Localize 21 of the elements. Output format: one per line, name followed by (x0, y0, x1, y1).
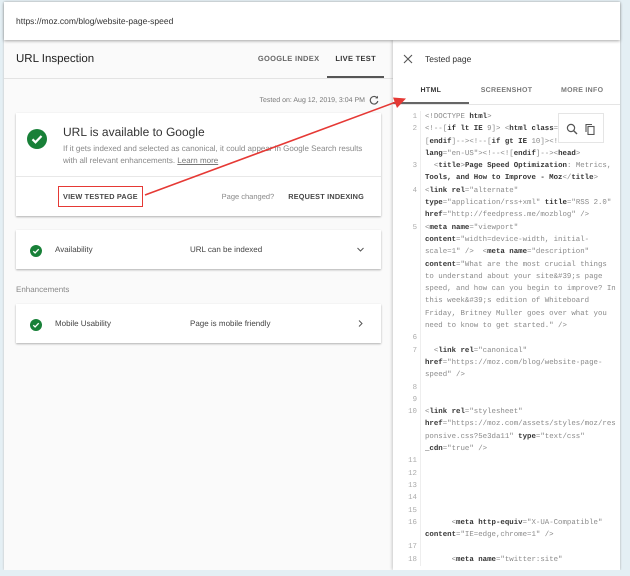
url-text[interactable]: https://moz.com/blog/website-page-speed (16, 16, 174, 26)
close-icon[interactable] (403, 54, 413, 64)
result-value: URL can be indexed (190, 245, 264, 254)
status-title: URL is available to Google (63, 125, 206, 139)
section-heading: Enhancements (16, 285, 70, 294)
learn-more-link[interactable]: Learn more (177, 156, 218, 165)
result-label: Mobile Usability (55, 319, 112, 328)
panel-title: Tested page (425, 54, 472, 64)
result-row[interactable]: Mobile Usability Page is mobile friendly (16, 304, 381, 344)
refresh-icon[interactable] (369, 95, 379, 105)
check-icon (30, 318, 42, 330)
page-title: URL Inspection (16, 53, 96, 65)
result-label: Availability (55, 245, 94, 254)
result-value: Page is mobile friendly (190, 319, 272, 328)
check-icon (30, 244, 42, 256)
search-icon[interactable] (566, 122, 578, 134)
result-row[interactable]: Availability URL can be indexed (16, 230, 381, 270)
copy-icon[interactable] (584, 122, 596, 134)
chevron-down-icon[interactable] (356, 245, 365, 254)
chevron-right-icon[interactable] (356, 319, 365, 328)
check-icon (27, 129, 47, 149)
